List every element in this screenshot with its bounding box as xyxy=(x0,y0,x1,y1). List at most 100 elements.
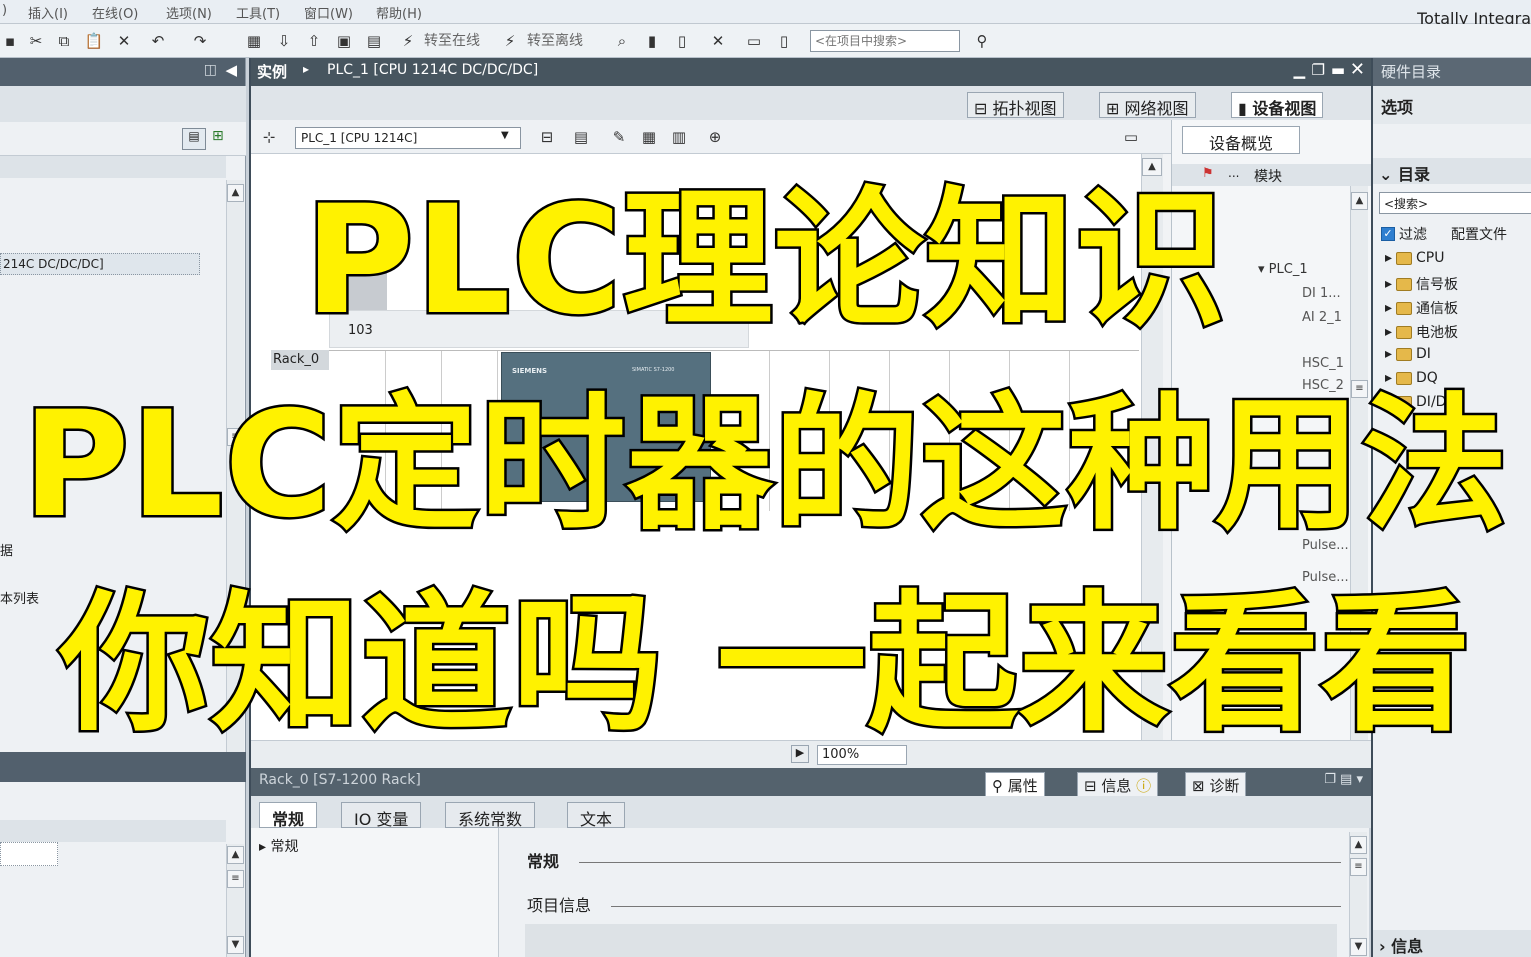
start-simulation-icon[interactable]: ▤ xyxy=(364,31,384,51)
upload-icon[interactable]: ⇧ xyxy=(304,31,324,51)
simulate-icon[interactable]: ▣ xyxy=(334,31,354,51)
split-horizontal-icon[interactable]: ▭ xyxy=(744,31,764,51)
device-select-combo[interactable]: PLC_1 [CPU 1214C] xyxy=(295,127,521,149)
panel-controls-icon[interactable]: ❐ ▤ ▾ xyxy=(1324,772,1363,787)
redo-icon[interactable]: ↷ xyxy=(190,31,210,51)
overview-col-dots: ... xyxy=(1228,166,1240,180)
tab-topology-label: 拓扑视图 xyxy=(992,99,1057,118)
split-vertical-icon[interactable]: ▯ xyxy=(774,31,794,51)
chevron-down-icon[interactable]: ▼ xyxy=(501,130,509,141)
rack-label[interactable]: Rack_0 xyxy=(271,350,329,370)
compile-icon[interactable]: ▦ xyxy=(244,31,264,51)
close-icon[interactable]: ✕ xyxy=(1350,59,1365,80)
inspector-nav-general[interactable]: ▸ 常规 xyxy=(259,836,298,856)
project-tree-toolbar: ▤ ⊞ xyxy=(0,122,246,156)
catalog-info-header[interactable]: › 信息 xyxy=(1373,930,1531,957)
maximize-icon[interactable]: ▬ xyxy=(1331,61,1345,79)
project-tree-subheader xyxy=(0,86,246,122)
menu-item-online[interactable]: 在线(O) xyxy=(92,3,138,22)
menu-item-tools[interactable]: 工具(T) xyxy=(236,3,280,22)
details-scroll-grip-icon[interactable]: ≡ xyxy=(227,870,244,888)
overview-col-module: 模块 xyxy=(1254,169,1282,185)
catalog-item-di[interactable]: ▸ DI xyxy=(1385,346,1431,362)
tab-diagnostics[interactable]: ⊠ 诊断 xyxy=(1185,772,1247,796)
overview-toggle-icon[interactable]: ▭ xyxy=(1121,127,1141,147)
menu-item-help[interactable]: 帮助(H) xyxy=(376,3,422,22)
minimize-icon[interactable]: ▁ xyxy=(1293,61,1305,79)
copy-icon[interactable]: ⧉ xyxy=(54,31,74,51)
tab-info[interactable]: ⊟ 信息 ⓘ xyxy=(1077,772,1159,796)
tab-diagnostics-label: 诊断 xyxy=(1209,777,1240,795)
tab-device-view[interactable]: ▮ 设备视图 xyxy=(1231,92,1324,118)
breadcrumb-device[interactable]: PLC_1 [CPU 1214C DC/DC/DC] xyxy=(327,62,538,78)
edit-icon[interactable]: ✎ xyxy=(609,127,629,147)
tab-topology-view[interactable]: ⊟ 拓扑视图 xyxy=(967,92,1064,118)
catalog-directory-header[interactable]: ⌄ 目录 xyxy=(1373,158,1531,184)
subtab-general[interactable]: 常规 xyxy=(259,802,318,829)
show-names-icon[interactable]: ▤ xyxy=(571,127,591,147)
go-offline-icon[interactable]: ⚡ xyxy=(500,31,520,51)
search-binoculars-icon[interactable]: ⚲ xyxy=(972,31,992,51)
overview-row-hsc1[interactable]: HSC_1 xyxy=(1302,356,1344,371)
details-scroll-up-icon[interactable]: ▲ xyxy=(227,846,244,864)
device-data-icon[interactable]: ⊟ xyxy=(537,127,557,147)
save-icon[interactable]: ▪ xyxy=(0,31,20,51)
inspector-scroll-grip-icon[interactable]: ≡ xyxy=(1350,858,1367,876)
go-online-button[interactable]: 转至在线 xyxy=(424,30,480,50)
inspector-scrollbar[interactable]: ▲ ≡ ▼ xyxy=(1349,832,1367,957)
inspector-panel: Rack_0 [S7-1200 Rack] ⚲ 属性 ⊟ 信息 ⓘ ⊠ 诊断 ❐… xyxy=(249,768,1371,957)
collapse-left-icon[interactable]: ◀ xyxy=(225,61,237,79)
catalog-directory-label: 目录 xyxy=(1397,165,1430,184)
tab-properties[interactable]: ⚲ 属性 xyxy=(985,772,1045,796)
restore-icon[interactable]: ❐ xyxy=(1312,61,1325,79)
page-layout-icon[interactable]: ▥ xyxy=(669,127,689,147)
subtab-texts[interactable]: 文本 xyxy=(567,802,626,829)
menu-item-options[interactable]: 选项(N) xyxy=(166,3,212,22)
tab-network-view[interactable]: ⊞ 网络视图 xyxy=(1099,92,1196,118)
section-divider xyxy=(579,862,1341,863)
catalog-options-header[interactable]: 选项 xyxy=(1373,86,1531,124)
go-offline-button[interactable]: 转至离线 xyxy=(527,30,583,50)
section-project-info-title: 项目信息 xyxy=(527,896,592,915)
add-device-icon[interactable]: ⊞ xyxy=(212,128,224,144)
topology-icon: ⊟ xyxy=(974,99,993,118)
expand-right-icon: ▸ xyxy=(1385,346,1393,362)
grid-icon[interactable]: ▦ xyxy=(639,127,659,147)
delete-icon[interactable]: ✕ xyxy=(114,31,134,51)
subtab-io-tags[interactable]: IO 变量 xyxy=(341,802,422,829)
project-search-input[interactable] xyxy=(810,30,960,52)
zoom-icon[interactable]: ⊕ xyxy=(705,127,725,147)
network-connect-icon[interactable]: ⊹ xyxy=(259,127,279,147)
properties-icon: ⚲ xyxy=(992,777,1008,795)
stop-cpu-icon[interactable]: ▯ xyxy=(672,31,692,51)
cut-icon[interactable]: ✂ xyxy=(26,31,46,51)
tree-item-data[interactable]: 据 xyxy=(0,540,13,559)
tab-device-label: 设备视图 xyxy=(1252,99,1317,118)
pin-icon[interactable]: ◫ xyxy=(204,62,217,78)
project-tree-header: ◫ ◀ xyxy=(0,58,245,86)
download-icon[interactable]: ⇩ xyxy=(274,31,294,51)
inspector-scroll-up-icon[interactable]: ▲ xyxy=(1350,836,1367,854)
subtab-system-constants[interactable]: 系统常数 xyxy=(445,802,536,829)
menu-item-insert[interactable]: 插入(I) xyxy=(28,3,68,22)
undo-icon[interactable]: ↶ xyxy=(148,31,168,51)
overlay-title-line1: PLC理论知识 xyxy=(302,174,1229,348)
inspector-scroll-down-icon[interactable]: ▼ xyxy=(1350,938,1367,956)
breadcrumb-root[interactable]: 实例 xyxy=(257,61,287,82)
paste-icon[interactable]: 📋 xyxy=(84,31,104,51)
tab-device-overview[interactable]: 设备概览 xyxy=(1182,126,1300,154)
tree-header-row xyxy=(0,156,226,178)
accessible-devices-icon[interactable]: ⌕ xyxy=(612,31,632,51)
breadcrumb-separator: ▸ xyxy=(303,62,310,76)
menu-item-cut[interactable]: ) xyxy=(2,3,7,18)
details-scroll-down-icon[interactable]: ▼ xyxy=(227,936,244,954)
menu-item-window[interactable]: 窗口(W) xyxy=(304,3,353,22)
go-online-icon[interactable]: ⚡ xyxy=(398,31,418,51)
details-cell[interactable] xyxy=(0,842,58,866)
tree-view-icon[interactable]: ▤ xyxy=(182,128,206,150)
start-cpu-icon[interactable]: ▮ xyxy=(642,31,662,51)
details-scrollbar[interactable]: ▲ ≡ ▼ xyxy=(226,844,244,957)
cross-reference-icon[interactable]: ✕ xyxy=(708,31,728,51)
catalog-info-label: 信息 xyxy=(1391,937,1424,956)
folder-icon xyxy=(1396,347,1413,361)
